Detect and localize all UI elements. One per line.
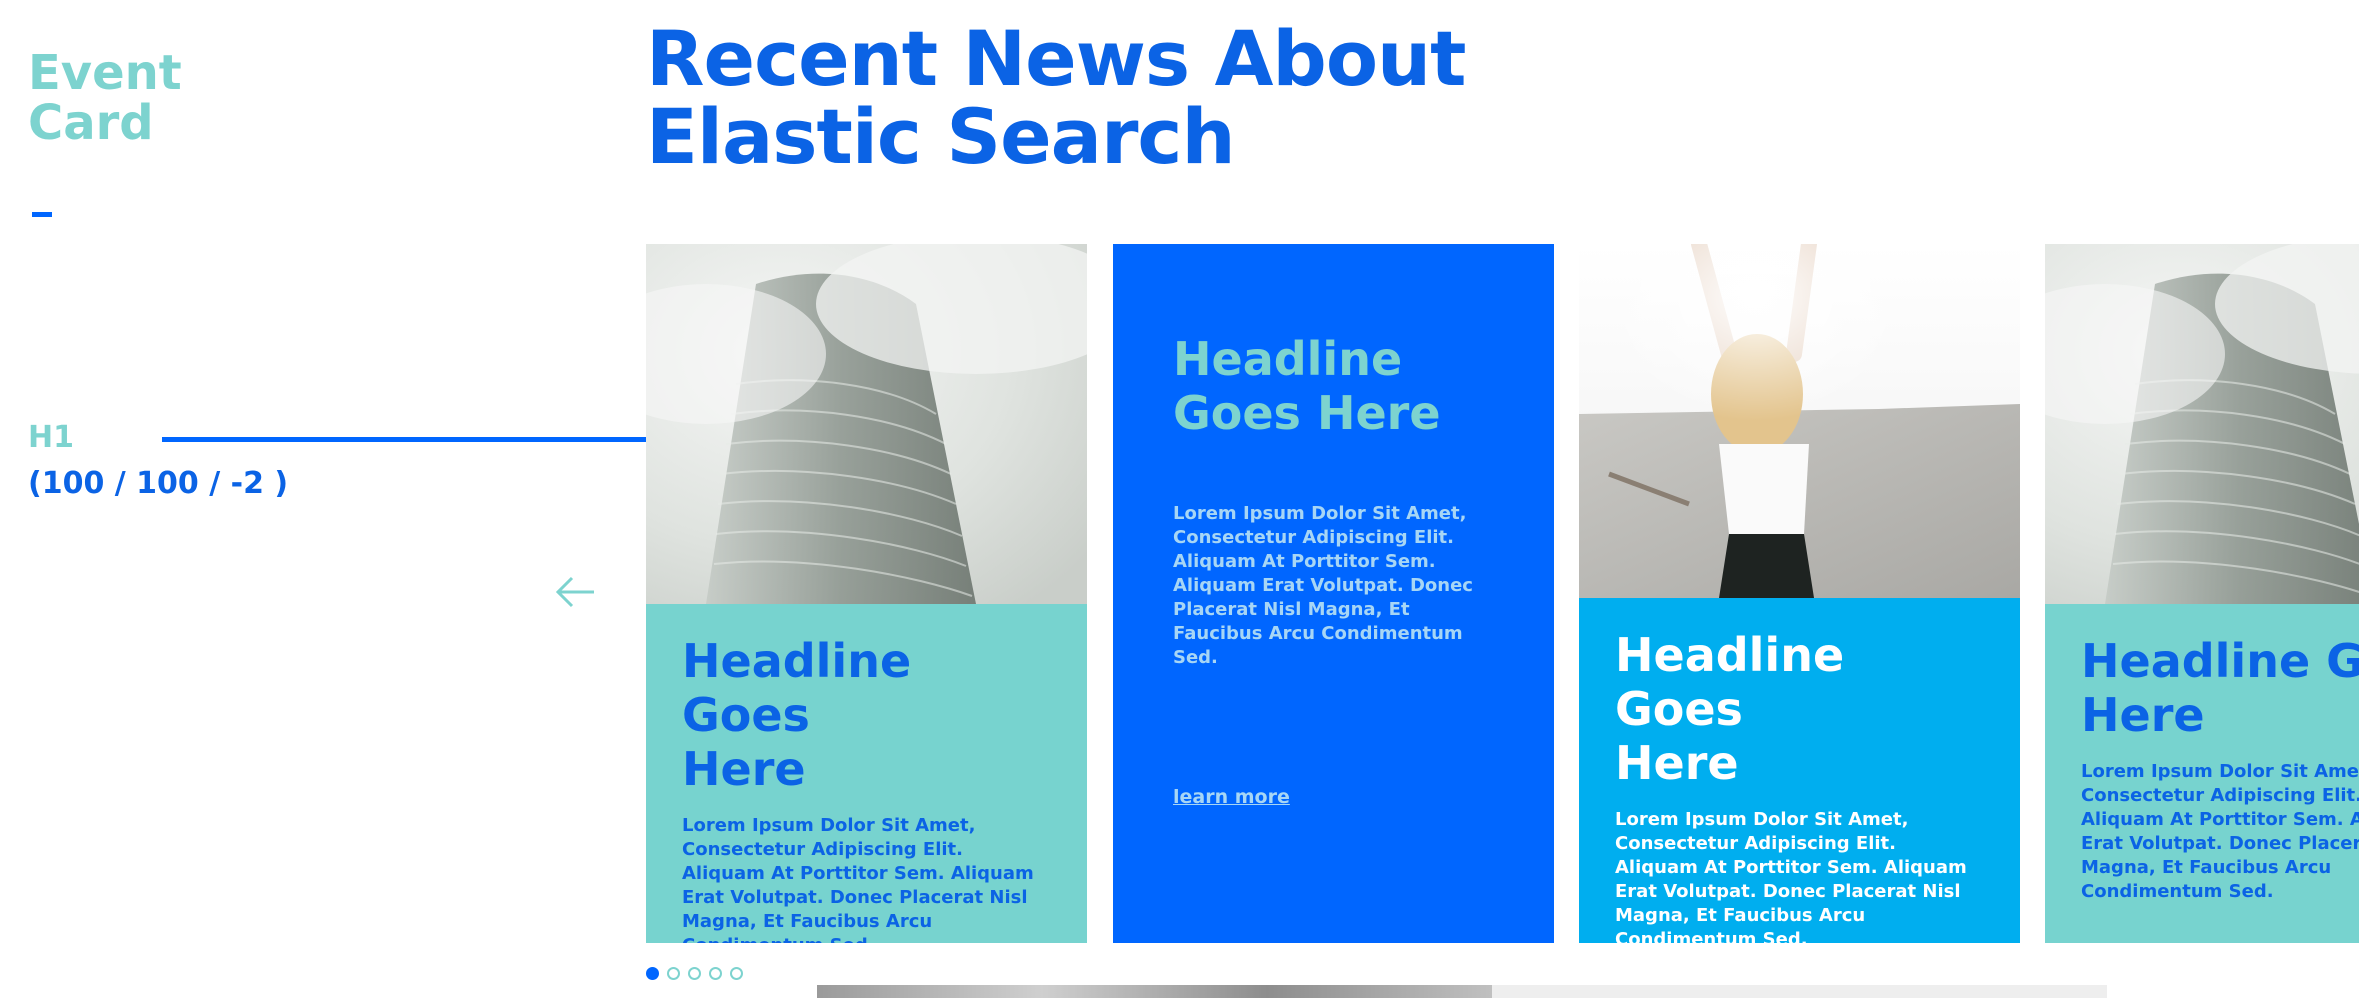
pagination-dot[interactable]: [730, 967, 743, 980]
building-photo: [2045, 244, 2359, 604]
arrow-left-icon: [555, 576, 594, 608]
card-body: Lorem Ipsum Dolor Sit Amet, Consectetur …: [1615, 809, 1967, 943]
page-title: Recent News About Elastic Search: [646, 14, 1466, 181]
event-card-title-line1: Event: [28, 45, 182, 101]
carousel-pagination: [646, 967, 743, 980]
building-photo: [646, 244, 1087, 604]
card-headline-line1: Headline Goes: [1615, 628, 1845, 736]
card-body: Lorem Ipsum Dolor Sit Amet, Consectetur …: [1173, 503, 1473, 668]
card-headline-line1: Headline: [1173, 332, 1403, 386]
card-body: Lorem Ipsum Dolor Sit Amet, Consectetur …: [682, 815, 1034, 943]
pagination-dot[interactable]: [688, 967, 701, 980]
news-card[interactable]: Headline Goes Here Lorem Ipsum Dolor Sit…: [1113, 244, 1554, 943]
card-headline: Headline Goes Here: [682, 634, 1051, 796]
event-card-title: Event Card: [28, 48, 288, 148]
pagination-dot[interactable]: [667, 967, 680, 980]
page-title-line1: Recent News About: [646, 14, 1466, 103]
card-headline: Headline Goes Here: [1615, 628, 1984, 790]
card-headline-line2: Here: [682, 742, 806, 796]
pagination-dot[interactable]: [709, 967, 722, 980]
news-card[interactable]: Headline Goes Here Lorem Ipsum Dolor Sit…: [2045, 244, 2359, 943]
card-headline: Headline Goes Here: [2081, 634, 2359, 742]
card-body: Lorem Ipsum Dolor Sit Amet, Consectetur …: [2081, 761, 2359, 902]
card-headline-line2: Goes Here: [1173, 386, 1441, 440]
page-title-line2: Elastic Search: [646, 92, 1236, 181]
news-card[interactable]: Headline Goes Here Lorem Ipsum Dolor Sit…: [1579, 244, 2020, 943]
learn-more-link[interactable]: learn more: [1173, 786, 1290, 808]
card-headline-line1: Headline Goes: [682, 634, 912, 742]
divider-dash: [32, 212, 52, 217]
h1-pointer-line: [162, 437, 716, 442]
card-panel: Headline Goes Here Lorem Ipsum Dolor Sit…: [2045, 604, 2359, 943]
h1-spec: (100 / 100 / -2 ): [28, 466, 289, 501]
card-headline: Headline Goes Here: [1173, 332, 1493, 440]
card-headline-line2: Here: [1615, 736, 1739, 790]
woman-photo: [1579, 244, 2020, 598]
event-card-title-line2: Card: [28, 95, 154, 151]
card-headline-line2: Here: [2081, 688, 2205, 742]
carousel-prev-button[interactable]: [555, 572, 596, 612]
card-headline-line1: Headline Goes: [2081, 634, 2359, 688]
card-panel: Headline Goes Here Lorem Ipsum Dolor Sit…: [1579, 598, 2020, 943]
h1-label: H1: [28, 420, 74, 455]
next-section-photo: [817, 985, 1492, 998]
pagination-dot[interactable]: [646, 967, 659, 980]
card-panel: Headline Goes Here Lorem Ipsum Dolor Sit…: [646, 604, 1087, 943]
news-card[interactable]: Headline Goes Here Lorem Ipsum Dolor Sit…: [646, 244, 1087, 943]
